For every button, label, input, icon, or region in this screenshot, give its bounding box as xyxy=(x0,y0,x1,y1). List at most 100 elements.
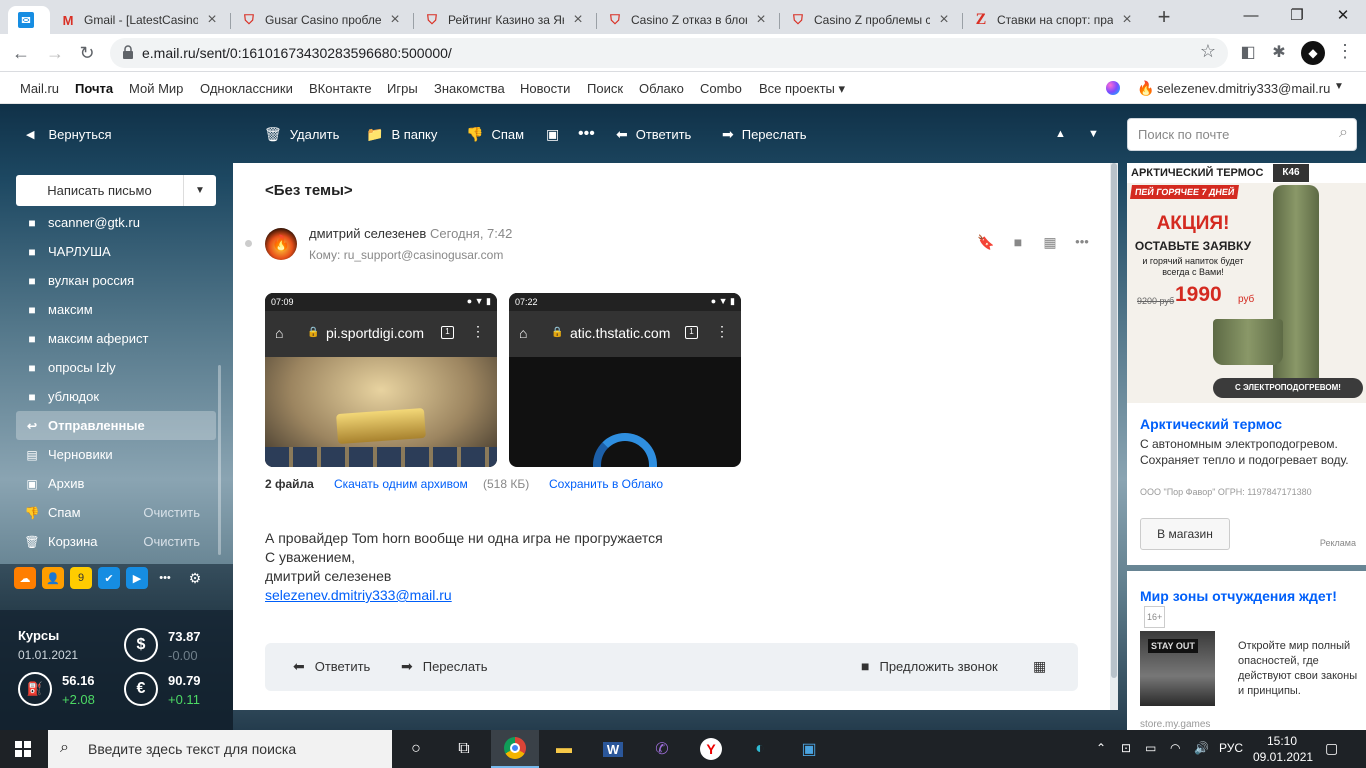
folder-item[interactable]: ■ опросы Izly xyxy=(16,353,216,382)
tab-gusar[interactable]: ⛉ Gusar Casino проблем × xyxy=(231,6,413,34)
clear-spam-button[interactable]: Очистить xyxy=(143,505,200,520)
file-explorer-icon[interactable]: ▬ xyxy=(540,730,588,768)
browser-menu-icon[interactable]: ⋮ xyxy=(1335,41,1355,62)
edge-icon[interactable]: ◐ xyxy=(736,730,784,768)
folder-item[interactable]: ■ максим аферист xyxy=(16,324,216,353)
portal-link-mail[interactable]: Почта xyxy=(75,81,113,96)
close-tab-icon[interactable]: × xyxy=(204,11,220,29)
portal-link-cloud[interactable]: Облако xyxy=(639,81,684,96)
calendar-app-icon[interactable]: 9 xyxy=(70,567,92,589)
marusia-sphere-icon[interactable] xyxy=(1106,81,1120,95)
portal-link-search[interactable]: Поиск xyxy=(587,81,623,96)
suggest-call-button[interactable]: ■ Предложить звонок xyxy=(861,658,998,674)
calls-app-icon[interactable]: ▶ xyxy=(126,567,148,589)
tab-mail-active[interactable]: ✉ xyxy=(8,6,50,34)
profile-avatar[interactable]: ◆ xyxy=(1301,41,1325,65)
clear-trash-button[interactable]: Очистить xyxy=(143,534,200,549)
ad-game-image[interactable]: STAY OUT xyxy=(1140,631,1215,706)
maximize-button[interactable]: ❐ xyxy=(1274,2,1320,30)
ad-shop-button[interactable]: В магазин xyxy=(1140,518,1230,550)
close-tab-icon[interactable]: × xyxy=(387,11,403,29)
recipient[interactable]: Кому: ru_support@casinogusar.com xyxy=(309,248,503,262)
tray-app-icon[interactable]: ⊡ xyxy=(1121,741,1131,755)
cloud-app-icon[interactable]: ☁ xyxy=(14,567,36,589)
cortana-icon[interactable]: ○ xyxy=(392,730,440,768)
ad-game[interactable]: Мир зоны отчуждения ждет! 16+ STAY OUT От… xyxy=(1127,571,1366,730)
folder-item-spam[interactable]: 👎 Спам Очистить xyxy=(16,498,216,527)
search-icon[interactable]: ⌕ xyxy=(1339,124,1348,142)
extensions-puzzle-icon[interactable]: ✱ xyxy=(1267,41,1291,65)
folder-item-archive[interactable]: ▣ Архив xyxy=(16,469,216,498)
sidebar-scrollbar[interactable] xyxy=(218,365,221,555)
address-bar[interactable]: e.mail.ru/sent/0:16101673430283596680:50… xyxy=(110,38,1228,68)
compose-button[interactable]: Написать письмо ▼ xyxy=(16,175,216,206)
save-to-cloud-link[interactable]: Сохранить в Облако xyxy=(549,477,663,491)
close-tab-icon[interactable]: × xyxy=(936,11,952,29)
viber-icon[interactable]: ✆ xyxy=(638,730,686,768)
folder-item[interactable]: ■ максим xyxy=(16,295,216,324)
download-archive-link[interactable]: Скачать одним архивом xyxy=(334,477,468,491)
contacts-app-icon[interactable]: 👤 xyxy=(42,567,64,589)
ad-title[interactable]: Арктический термос xyxy=(1140,416,1282,432)
folder-item[interactable]: ■ ЧАРЛУША xyxy=(16,237,216,266)
portal-link-all-projects[interactable]: Все проекты ▾ xyxy=(759,81,845,97)
forward-button[interactable]: ➡ Переслать xyxy=(722,123,807,145)
video-call-icon[interactable]: ■ xyxy=(1009,234,1027,252)
bookmark-star-icon[interactable]: ☆ xyxy=(1200,41,1216,62)
settings-gear-icon[interactable]: ⚙ xyxy=(184,567,206,589)
bottom-forward-button[interactable]: ➡ Переслать xyxy=(401,658,488,675)
ad-thermos[interactable]: АРКТИЧЕСКИЙ ТЕРМОС К46 ПЕЙ ГОРЯЧЕЕ 7 ДНЕ… xyxy=(1127,163,1366,565)
tab-rating[interactable]: ⛉ Рейтинг Казино за Ян × xyxy=(414,6,596,34)
tab-gmail[interactable]: M Gmail - [LatestCasinoB × xyxy=(50,6,230,34)
folder-item[interactable]: ■ ублюдок xyxy=(16,382,216,411)
spam-button[interactable]: 👎 Спам xyxy=(466,123,524,145)
portal-link-news[interactable]: Новости xyxy=(520,81,570,96)
folder-item[interactable]: ■ вулкан россия xyxy=(16,266,216,295)
forward-arrow-icon[interactable]: → xyxy=(42,40,68,66)
portal-link-games[interactable]: Игры xyxy=(387,81,418,96)
wifi-icon[interactable]: ◠ xyxy=(1170,741,1180,755)
more-apps-icon[interactable]: ••• xyxy=(154,567,176,589)
signature-email-link[interactable]: selezenev.dmitriy333@mail.ru xyxy=(265,587,452,603)
calendar-icon[interactable]: ▦ xyxy=(1041,234,1059,252)
task-view-icon[interactable]: ⧉ xyxy=(440,730,488,768)
start-button[interactable] xyxy=(0,730,48,768)
close-tab-icon[interactable]: × xyxy=(570,11,586,29)
word-icon[interactable]: W xyxy=(589,730,637,768)
back-arrow-icon[interactable]: ← xyxy=(8,40,34,66)
taskbar-clock[interactable]: 15:10 09.01.2021 xyxy=(1253,733,1313,765)
portal-link-mailru[interactable]: Mail.ru xyxy=(20,81,59,96)
battery-icon[interactable]: ▭ xyxy=(1145,741,1156,755)
taskbar-search-input[interactable]: ⌕ Введите здесь текст для поиска xyxy=(48,730,392,768)
archive-button[interactable]: ▣ xyxy=(546,123,567,145)
reload-icon[interactable]: ↻ xyxy=(74,40,100,66)
close-window-button[interactable]: ✕ xyxy=(1320,2,1366,30)
folder-item-drafts[interactable]: ▤ Черновики xyxy=(16,440,216,469)
tray-chevron-up-icon[interactable]: ⌃ xyxy=(1096,741,1106,755)
sender-avatar[interactable]: 🔥 xyxy=(265,228,297,260)
new-tab-button[interactable]: + xyxy=(1150,6,1178,30)
folder-item-sent[interactable]: ↩ Отправленные xyxy=(16,411,216,440)
reply-button[interactable]: ⬅ Ответить xyxy=(616,123,691,145)
volume-icon[interactable]: 🔊 xyxy=(1194,741,1209,755)
schedule-button[interactable]: ▦ xyxy=(1033,658,1056,675)
tab-casinoz-problems[interactable]: ⛉ Casino Z проблемы с × xyxy=(780,6,962,34)
attachment-thumbnail[interactable]: 07:22 ● ▼ ▮ ⌂ 🔒 atic.thstatic.com 1 ⋮ xyxy=(509,293,741,467)
sender-name[interactable]: дмитрий селезенев xyxy=(309,226,426,241)
chevron-down-icon[interactable]: ▼ xyxy=(1334,81,1344,92)
chevron-down-icon[interactable]: ▼ xyxy=(184,175,216,206)
mail-search-input[interactable]: Поиск по почте ⌕ xyxy=(1127,118,1357,151)
extension-icon[interactable]: ◧ xyxy=(1236,41,1260,65)
move-to-folder-button[interactable]: 📁 В папку xyxy=(366,123,437,145)
more-button[interactable]: ••• xyxy=(578,123,603,145)
portal-link-my-world[interactable]: Мой Мир xyxy=(129,81,183,96)
more-dots-icon[interactable]: ••• xyxy=(1073,234,1091,252)
user-email[interactable]: selezenev.dmitriy333@mail.ru xyxy=(1157,81,1330,96)
portal-link-ok[interactable]: Одноклассники xyxy=(200,81,293,96)
ad-title[interactable]: Мир зоны отчуждения ждет! 16+ xyxy=(1140,586,1340,629)
minimize-button[interactable]: — xyxy=(1228,2,1274,30)
compose-label[interactable]: Написать письмо xyxy=(16,175,184,206)
close-tab-icon[interactable]: × xyxy=(1119,11,1135,29)
close-tab-icon[interactable]: × xyxy=(753,11,769,29)
portal-link-dating[interactable]: Знакомства xyxy=(434,81,505,96)
